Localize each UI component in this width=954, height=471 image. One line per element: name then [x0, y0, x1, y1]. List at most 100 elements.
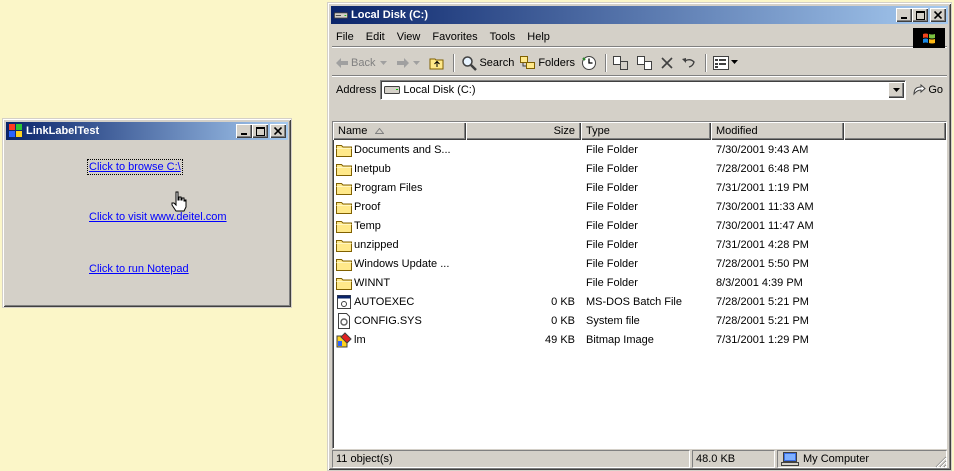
- chevron-down-icon: [892, 88, 900, 92]
- file-type: MS-DOS Batch File: [586, 295, 682, 308]
- file-row[interactable]: AUTOEXEC 0 KB MS-DOS Batch File 7/28/2001 5…: [333, 292, 946, 311]
- file-name: WINNT: [354, 276, 391, 289]
- minimize-button[interactable]: [896, 8, 912, 22]
- file-row[interactable]: Temp File Folder 7/30/2001 11:47 AM: [333, 216, 946, 235]
- forward-button[interactable]: [393, 52, 426, 74]
- file-row[interactable]: Proof File Folder 7/30/2001 11:33 AM: [333, 197, 946, 216]
- file-name-cell: Inetpub: [333, 162, 466, 176]
- folders-button[interactable]: Folders: [517, 52, 578, 74]
- menu-edit[interactable]: Edit: [360, 31, 391, 43]
- status-size: 48.0 KB: [692, 450, 775, 468]
- views-button[interactable]: [710, 52, 743, 74]
- file-row[interactable]: Windows Update ... File Folder 7/28/2001 5…: [333, 254, 946, 273]
- file-row[interactable]: lm 49 KB Bitmap Image 7/31/2001 1:29 PM: [333, 330, 946, 349]
- menu-view[interactable]: View: [391, 31, 427, 43]
- drive-icon: [334, 12, 348, 19]
- file-type: System file: [586, 314, 640, 327]
- close-button[interactable]: [930, 8, 946, 22]
- resize-grip-icon[interactable]: [935, 456, 947, 468]
- move-to-button[interactable]: [610, 52, 634, 74]
- status-zone-label: My Computer: [803, 453, 870, 465]
- explorer-titlebar[interactable]: Local Disk (C:): [331, 6, 948, 24]
- folder-icon: [336, 143, 354, 157]
- file-row[interactable]: Documents and S... File Folder 7/30/2001 9…: [333, 140, 946, 159]
- copy-to-button[interactable]: [634, 52, 658, 74]
- file-type: File Folder: [586, 181, 638, 194]
- file-rows: Documents and S... File Folder 7/30/2001 9…: [333, 140, 946, 349]
- file-type: File Folder: [586, 238, 638, 251]
- notepad-link[interactable]: Click to run Notepad: [89, 263, 189, 275]
- history-button[interactable]: [578, 52, 602, 74]
- address-dropdown-button[interactable]: [888, 82, 905, 98]
- status-zone: My Computer: [777, 450, 947, 468]
- delete-button[interactable]: [658, 52, 678, 74]
- search-button[interactable]: Search: [458, 52, 517, 74]
- file-type: File Folder: [586, 143, 638, 156]
- link-window-client: Click to browse C:\ Click to visit www.d…: [7, 143, 287, 303]
- column-header-filler: [844, 122, 946, 140]
- maximize-button[interactable]: [912, 8, 928, 22]
- delete-icon: [661, 56, 673, 69]
- file-name: Program Files: [354, 181, 423, 194]
- toolbar-separator: [453, 53, 456, 72]
- search-label: Search: [479, 56, 515, 69]
- maximize-button[interactable]: [252, 124, 268, 138]
- go-button[interactable]: Go: [906, 84, 947, 96]
- address-input[interactable]: Local Disk (C:): [380, 80, 907, 100]
- menu-tools[interactable]: Tools: [484, 31, 522, 43]
- go-arrow-icon: [913, 84, 927, 96]
- file-name: Proof: [354, 200, 381, 213]
- file-name-cell: WINNT: [333, 276, 466, 290]
- back-button[interactable]: Back: [332, 52, 393, 74]
- file-type: File Folder: [586, 162, 638, 175]
- up-folder-button[interactable]: [426, 52, 450, 74]
- column-header-type[interactable]: Type: [581, 122, 711, 140]
- column-header-size[interactable]: Size: [466, 122, 581, 140]
- forward-arrow-icon: [397, 57, 410, 68]
- folder-icon: [336, 257, 354, 271]
- menu-favorites[interactable]: Favorites: [426, 31, 483, 43]
- close-icon: [274, 127, 282, 135]
- file-row[interactable]: Inetpub File Folder 7/28/2001 6:48 PM: [333, 159, 946, 178]
- explorer-window: Local Disk (C:) File Edit View Favorites…: [327, 2, 952, 471]
- file-type: Bitmap Image: [586, 333, 654, 346]
- explorer-title: Local Disk (C:): [351, 9, 429, 21]
- app-icon: [9, 124, 22, 137]
- file-name-cell: unzipped: [333, 238, 466, 252]
- file-modified: 7/28/2001 5:21 PM: [716, 295, 809, 308]
- file-name-cell: Proof: [333, 200, 466, 214]
- folders-icon: [520, 55, 536, 69]
- file-list: Name Size Type Modified Documents and S.…: [332, 121, 947, 449]
- file-name-cell: Temp: [333, 219, 466, 233]
- file-row[interactable]: CONFIG.SYS 0 KB System file 7/28/2001 5:21 …: [333, 311, 946, 330]
- file-name: Temp: [354, 219, 381, 232]
- search-icon: [462, 55, 478, 71]
- column-header-name[interactable]: Name: [333, 122, 466, 140]
- column-header-modified[interactable]: Modified: [711, 122, 844, 140]
- minimize-icon: [901, 17, 907, 19]
- browse-link[interactable]: Click to browse C:\: [87, 159, 183, 175]
- file-row[interactable]: WINNT File Folder 8/3/2001 4:39 PM: [333, 273, 946, 292]
- folder-icon: [336, 238, 354, 252]
- menu-file[interactable]: File: [332, 31, 360, 43]
- file-modified: 7/28/2001 5:21 PM: [716, 314, 809, 327]
- maximize-icon: [255, 126, 265, 136]
- close-button[interactable]: [270, 124, 286, 138]
- undo-button[interactable]: [678, 52, 702, 74]
- file-row[interactable]: unzipped File Folder 7/31/2001 4:28 PM: [333, 235, 946, 254]
- back-label: Back: [351, 56, 376, 69]
- link-window-titlebar[interactable]: LinkLabelTest: [6, 122, 288, 140]
- menu-help[interactable]: Help: [521, 31, 556, 43]
- file-modified: 7/31/2001 1:29 PM: [716, 333, 809, 346]
- views-icon: [713, 55, 730, 70]
- move-to-icon: [613, 55, 629, 70]
- file-name-cell: Documents and S...: [333, 143, 466, 157]
- column-size-label: Size: [553, 125, 575, 137]
- file-row[interactable]: Program Files File Folder 7/31/2001 1:19 P…: [333, 178, 946, 197]
- file-type: File Folder: [586, 219, 638, 232]
- folder-icon: [336, 219, 354, 233]
- minimize-button[interactable]: [236, 124, 252, 138]
- minimize-icon: [241, 133, 247, 135]
- list-header: Name Size Type Modified: [333, 122, 946, 140]
- deitel-link[interactable]: Click to visit www.deitel.com: [89, 211, 227, 223]
